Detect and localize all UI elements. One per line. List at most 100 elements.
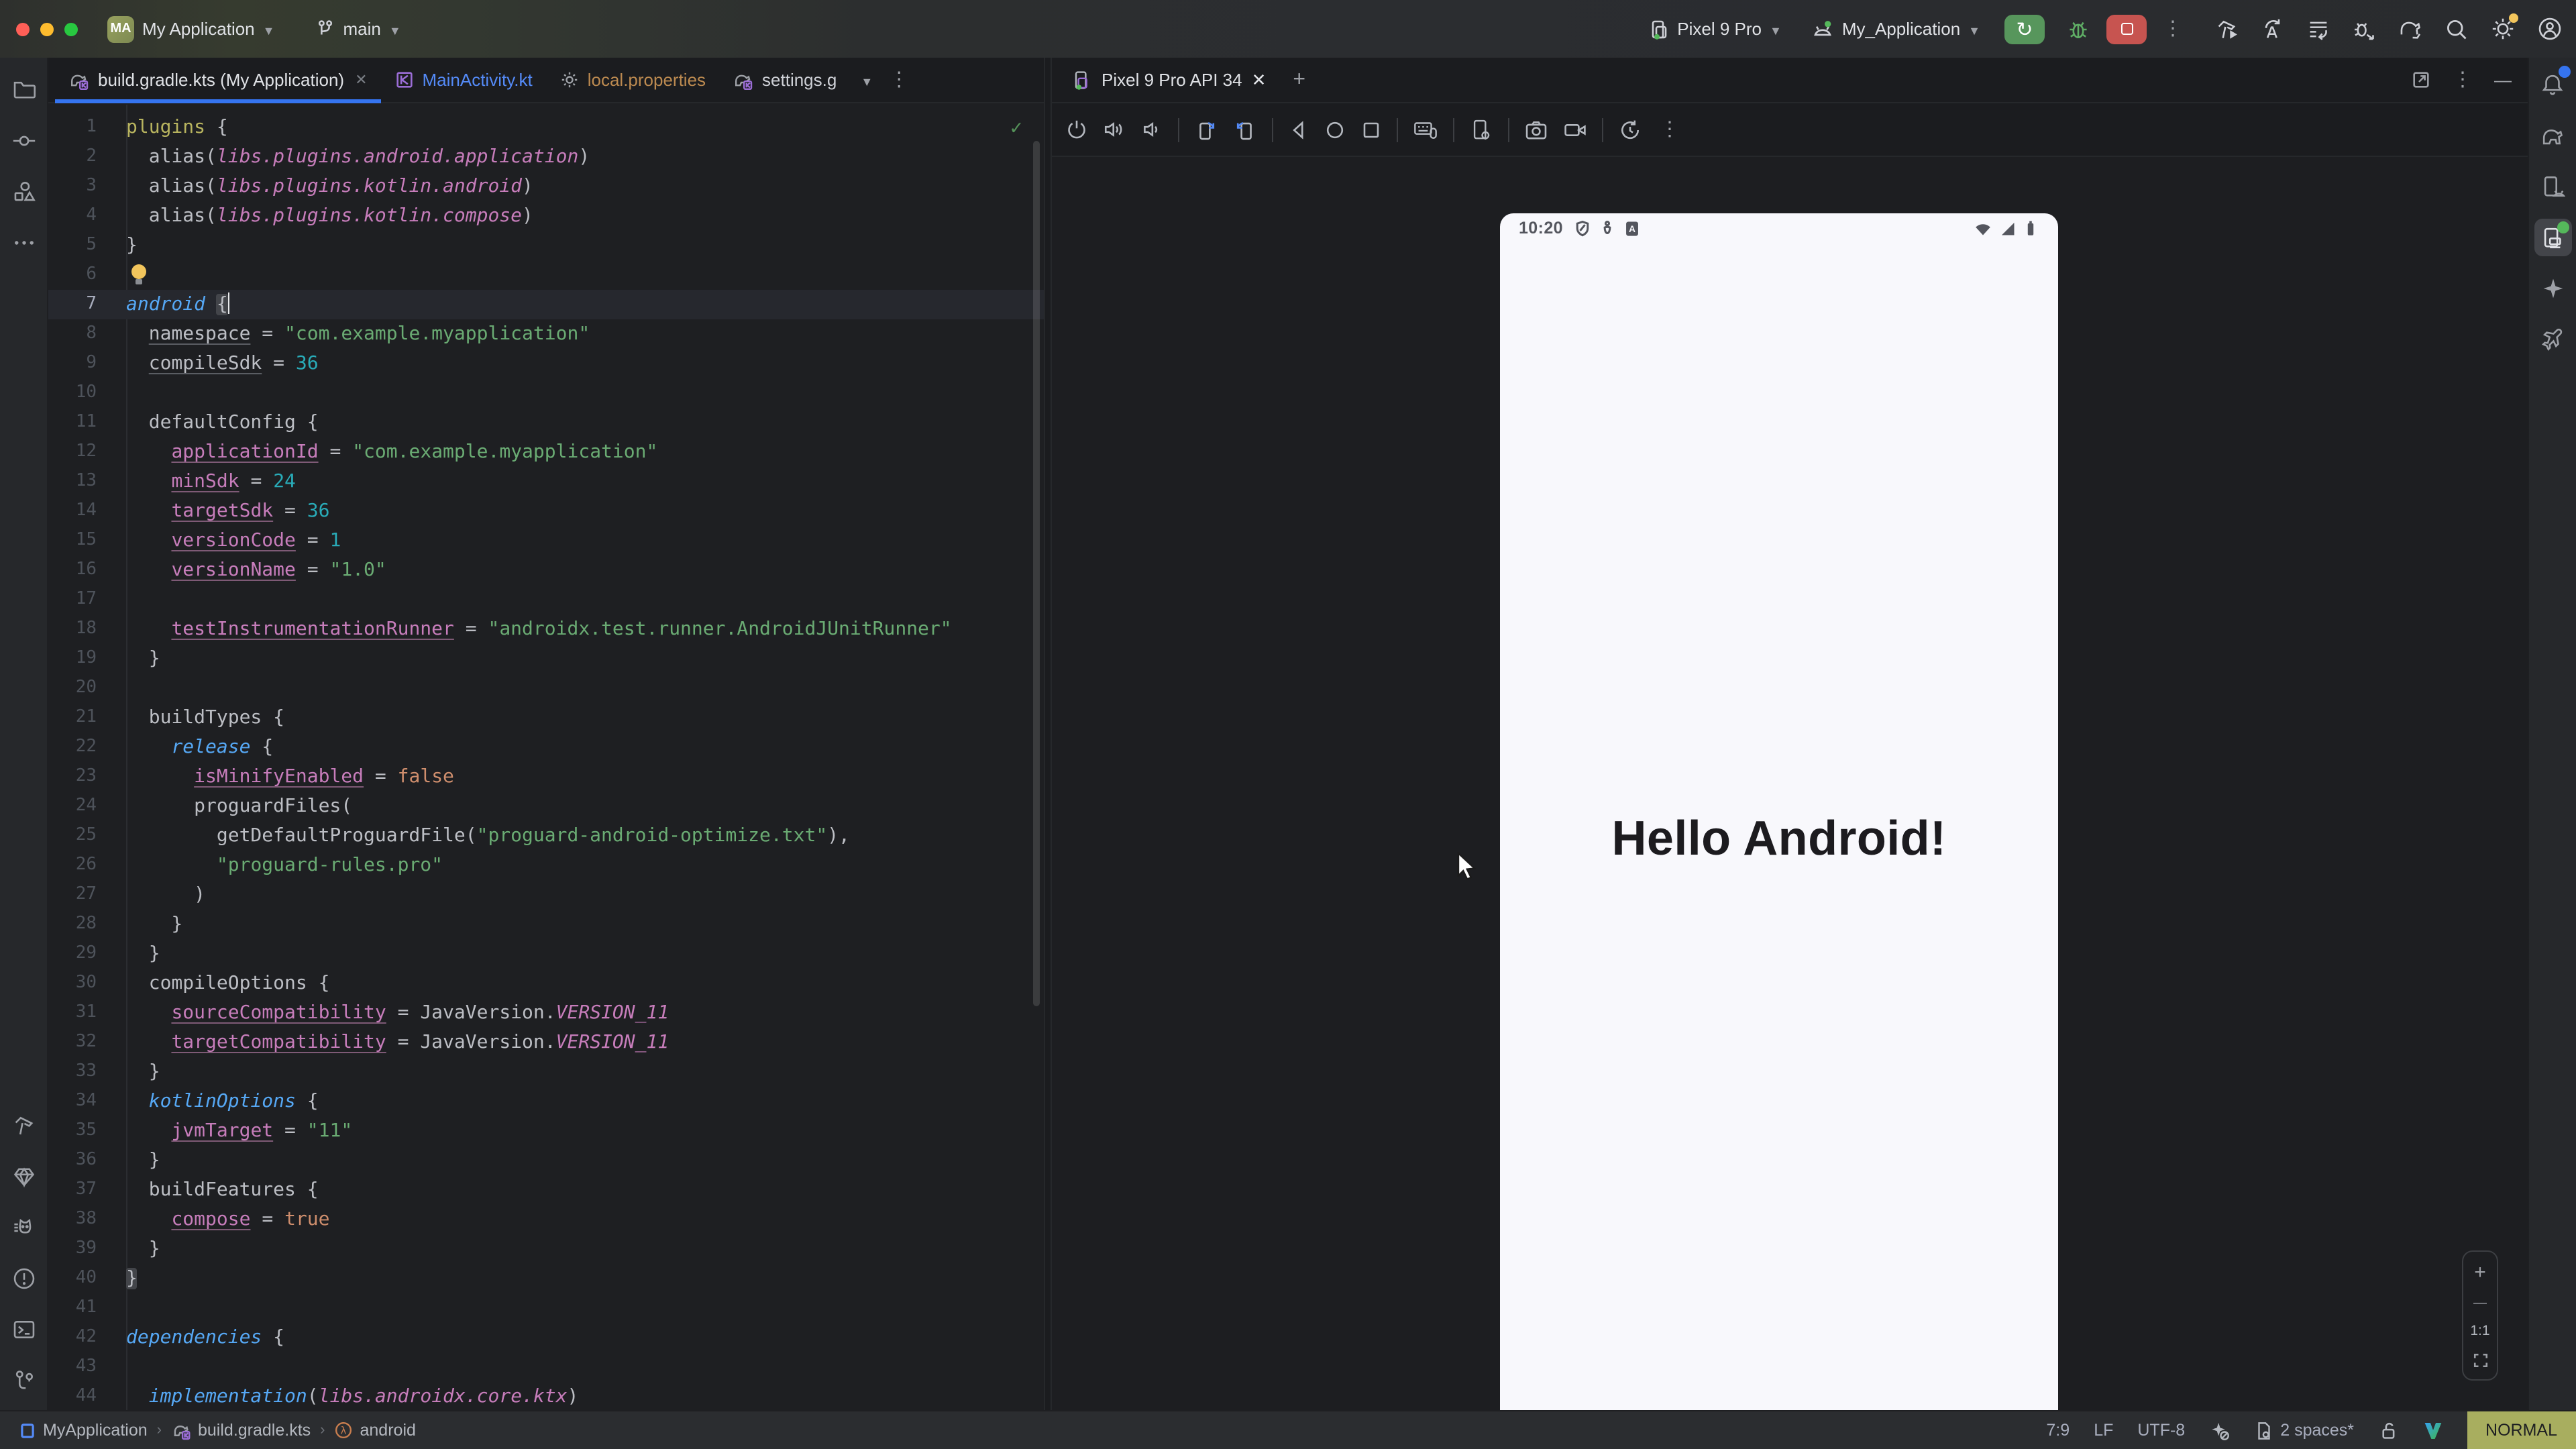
tab-options-button[interactable]: ⋮: [889, 73, 909, 87]
code-line[interactable]: 26 "proguard-rules.pro": [48, 851, 1044, 880]
device-selector[interactable]: Pixel 9 Pro ▼: [1648, 18, 1782, 40]
line-number[interactable]: 43: [48, 1352, 115, 1382]
line-number[interactable]: 13: [48, 467, 115, 496]
back-button-icon[interactable]: [1288, 119, 1309, 140]
line-number[interactable]: 29: [48, 939, 115, 969]
inspections-ok-icon[interactable]: ✓: [1010, 115, 1022, 140]
zoom-window-button[interactable]: [64, 22, 78, 36]
line-number[interactable]: 31: [48, 998, 115, 1028]
attach-debugger-button[interactable]: [2352, 17, 2376, 41]
rotate-right-icon[interactable]: [1233, 117, 1257, 142]
breadcrumb-file[interactable]: build.gradle.kts: [171, 1420, 311, 1440]
tab-build-gradle-kts[interactable]: build.gradle.kts (My Application) ✕: [55, 57, 381, 103]
debug-button[interactable]: [2066, 17, 2090, 41]
line-number[interactable]: 14: [48, 496, 115, 526]
line-number[interactable]: 7: [48, 290, 115, 319]
breadcrumb-module[interactable]: MyApplication: [19, 1421, 148, 1440]
commit-tool-button[interactable]: [5, 122, 42, 160]
code-line[interactable]: 36 }: [48, 1146, 1044, 1175]
code-line[interactable]: 9 compileSdk = 36: [48, 349, 1044, 378]
code-line[interactable]: 7android {: [48, 290, 1044, 319]
home-button-icon[interactable]: [1324, 119, 1346, 140]
code-line[interactable]: 3 alias(libs.plugins.kotlin.android): [48, 172, 1044, 201]
line-number[interactable]: 27: [48, 880, 115, 910]
intention-bulb-icon[interactable]: [131, 264, 146, 279]
line-number[interactable]: 3: [48, 172, 115, 201]
open-in-new-window-icon[interactable]: [2411, 70, 2431, 90]
line-number[interactable]: 4: [48, 201, 115, 231]
ideavim-icon[interactable]: [2422, 1420, 2443, 1440]
profile-button[interactable]: [2537, 16, 2563, 42]
code-line[interactable]: 6: [48, 260, 1044, 290]
code-line[interactable]: 31 sourceCompatibility = JavaVersion.VER…: [48, 998, 1044, 1028]
breadcrumb-element[interactable]: λ android: [335, 1421, 416, 1440]
line-number[interactable]: 1: [48, 113, 115, 142]
code-line[interactable]: 27 ): [48, 880, 1044, 910]
code-line[interactable]: 18 testInstrumentationRunner = "androidx…: [48, 614, 1044, 644]
hidden-tabs-dropdown[interactable]: ▼: [861, 72, 873, 88]
line-number[interactable]: 35: [48, 1116, 115, 1146]
zoom-in-button[interactable]: +: [2474, 1261, 2486, 1284]
device-manager-tool-button[interactable]: [2534, 168, 2571, 205]
line-number[interactable]: 21: [48, 703, 115, 733]
search-everywhere-button[interactable]: [2445, 17, 2469, 41]
device-tab-pixel9pro[interactable]: Pixel 9 Pro API 34 ✕: [1052, 69, 1279, 91]
code-line[interactable]: 5}: [48, 231, 1044, 260]
line-number[interactable]: 26: [48, 851, 115, 880]
tab-settings-gradle[interactable]: settings.g: [719, 57, 850, 103]
notifications-button[interactable]: [2534, 66, 2571, 103]
line-number[interactable]: 41: [48, 1293, 115, 1323]
caret-position-widget[interactable]: 7:9: [2046, 1421, 2070, 1440]
line-number[interactable]: 19: [48, 644, 115, 674]
volume-up-icon[interactable]: [1103, 118, 1126, 141]
more-tool-windows-button[interactable]: [5, 224, 42, 262]
line-ending-widget[interactable]: LF: [2094, 1421, 2113, 1440]
line-number[interactable]: 6: [48, 260, 115, 290]
line-number[interactable]: 16: [48, 555, 115, 585]
power-button-icon[interactable]: [1065, 118, 1088, 141]
code-line[interactable]: 25 getDefaultProguardFile("proguard-andr…: [48, 821, 1044, 851]
more-run-actions-button[interactable]: ⋮: [2163, 22, 2183, 36]
overview-button-icon[interactable]: [1360, 119, 1382, 140]
line-number[interactable]: 2: [48, 142, 115, 172]
stop-button[interactable]: [2106, 14, 2147, 44]
gemini-tool-button[interactable]: [2534, 270, 2571, 307]
line-number[interactable]: 12: [48, 437, 115, 467]
problems-tool-button[interactable]: [5, 1260, 42, 1297]
code-line[interactable]: 28 }: [48, 910, 1044, 939]
code-line[interactable]: 16 versionName = "1.0": [48, 555, 1044, 585]
line-number[interactable]: 42: [48, 1323, 115, 1352]
code-line[interactable]: 41: [48, 1293, 1044, 1323]
line-number[interactable]: 36: [48, 1146, 115, 1175]
close-tab-icon[interactable]: ✕: [355, 71, 367, 89]
line-number[interactable]: 40: [48, 1264, 115, 1293]
settings-button[interactable]: [2490, 16, 2516, 42]
line-number[interactable]: 9: [48, 349, 115, 378]
panel-options-button[interactable]: ⋮: [2453, 73, 2473, 87]
code-editor[interactable]: 1plugins {2 alias(libs.plugins.android.a…: [48, 105, 1044, 1410]
code-line[interactable]: 11 defaultConfig {: [48, 408, 1044, 437]
line-number[interactable]: 30: [48, 969, 115, 998]
zoom-ratio-button[interactable]: 1:1: [2470, 1323, 2489, 1339]
line-number[interactable]: 20: [48, 674, 115, 703]
project-widget[interactable]: MA My Application ▼: [107, 15, 275, 42]
line-number[interactable]: 25: [48, 821, 115, 851]
editor-panel-splitter[interactable]: [1044, 58, 1052, 1410]
terminal-tool-button[interactable]: [5, 1311, 42, 1348]
device-settings-icon[interactable]: [1469, 117, 1493, 142]
editor-scrollbar[interactable]: [1033, 141, 1040, 1006]
hide-panel-button[interactable]: —: [2494, 70, 2512, 90]
vim-mode-badge[interactable]: NORMAL: [2467, 1411, 2576, 1449]
code-line[interactable]: 29 }: [48, 939, 1044, 969]
line-number[interactable]: 28: [48, 910, 115, 939]
close-window-button[interactable]: [16, 22, 30, 36]
code-line[interactable]: 40}: [48, 1264, 1044, 1293]
app-quality-insights-tool-button[interactable]: [5, 1158, 42, 1195]
code-line[interactable]: 8 namespace = "com.example.myapplication…: [48, 319, 1044, 349]
line-number[interactable]: 39: [48, 1234, 115, 1264]
code-line[interactable]: 19 }: [48, 644, 1044, 674]
vcs-branch-widget[interactable]: main ▼: [315, 19, 401, 39]
code-line[interactable]: 38 compose = true: [48, 1205, 1044, 1234]
code-line[interactable]: 17: [48, 585, 1044, 614]
code-line[interactable]: 39 }: [48, 1234, 1044, 1264]
